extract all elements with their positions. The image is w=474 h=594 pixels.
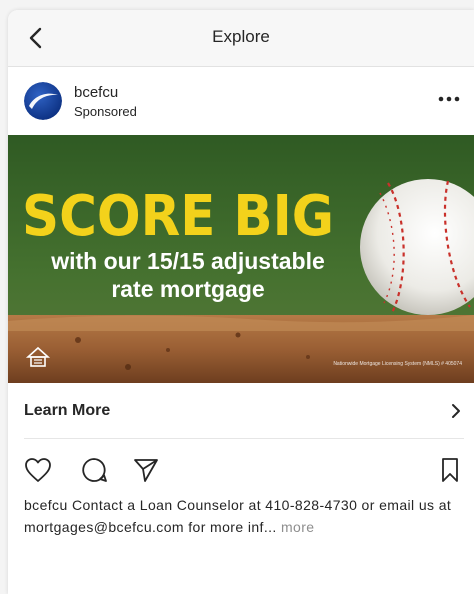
comment-button[interactable] [78,454,110,486]
heart-icon [25,458,51,482]
bookmark-icon [442,458,458,482]
ad-fine-print: Nationwide Mortgage Licensing System (NM… [333,361,462,367]
post-options-button[interactable] [436,89,462,109]
ellipsis-icon [438,96,460,102]
caption-text: Contact a Loan Counselor at 410-828-4730… [24,497,452,535]
ad-subline-1: with our 15/15 adjustable [50,248,325,274]
post-username[interactable]: bcefcu [74,84,118,101]
bcefcu-logo [24,82,62,120]
caption-username[interactable]: bcefcu [24,497,68,513]
learn-more-button[interactable]: Learn More [24,384,464,439]
instagram-screen: Explore bcefcu Sponsored SCORE BIG with … [8,10,474,594]
ad-headline: SCORE BIG [22,184,334,249]
post-header: bcefcu Sponsored [8,67,474,133]
ad-subline-2: rate mortgage [111,276,264,302]
post-caption: bcefcu Contact a Loan Counselor at 410-8… [24,494,466,538]
chevron-right-icon [452,404,460,418]
navigation-bar: Explore [8,10,474,67]
comment-bubble-icon [82,458,107,482]
share-button[interactable] [130,454,162,486]
save-button[interactable] [434,454,466,486]
like-button[interactable] [22,454,54,486]
page-title: Explore [212,27,270,46]
cta-label: Learn More [24,402,111,419]
sponsored-label: Sponsored [74,104,137,119]
ad-image[interactable]: SCORE BIG with our 15/15 adjustable rate… [8,135,474,383]
paper-plane-icon [134,459,158,482]
post-actions [8,450,474,490]
caption-more-link[interactable]: more [281,519,315,535]
avatar[interactable] [24,82,62,120]
